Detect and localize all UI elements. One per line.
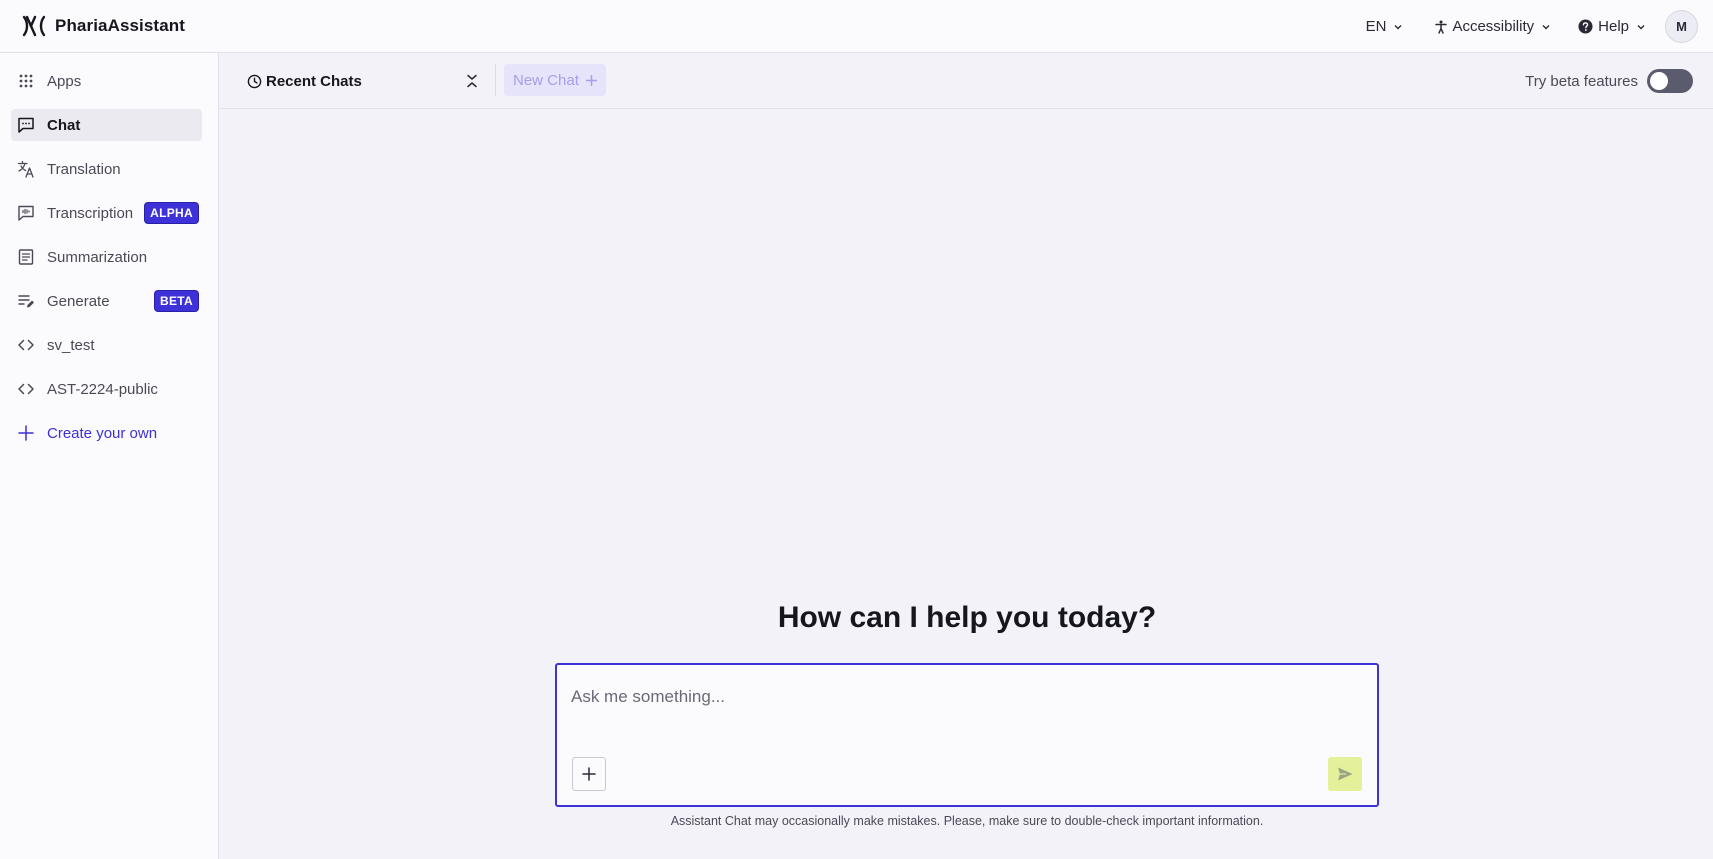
app-name: PhariaAssistant [55,16,185,35]
chevron-down-icon [1637,24,1645,29]
clock-icon [247,74,262,88]
new-chat-button[interactable]: New Chat [504,64,606,96]
help-label: Help [1598,18,1629,35]
accessibility-menu[interactable]: Accessibility [1434,18,1551,35]
beta-features-toggle[interactable] [1647,69,1693,93]
generate-icon [17,292,35,310]
language-selector[interactable]: EN [1366,18,1404,35]
chat-toolbar: Recent Chats New Chat Try beta features [219,53,1713,109]
brand[interactable]: PhariaAssistant [22,14,185,38]
sidebar-item-apps[interactable]: Apps [11,65,202,97]
toolbar-divider [495,64,496,96]
sidebar-item-label: Translation [47,160,121,178]
chevron-down-icon [1394,24,1402,29]
sidebar-item-label: Transcription [47,204,134,222]
document-icon [17,248,35,266]
chat-input[interactable] [571,683,1361,711]
sidebar-item-label: sv_test [47,336,95,354]
help-menu[interactable]: Help [1578,18,1646,35]
recent-chats-button[interactable]: Recent Chats [247,53,362,109]
sidebar-item-label: Chat [47,116,81,134]
page-title: How can I help you today? [777,601,1157,634]
sidebar-item-chat[interactable]: Chat [11,109,202,141]
plus-icon [585,74,597,86]
beta-features-label: Try beta features [1525,72,1638,90]
code-icon [17,336,35,354]
sidebar-item-generate[interactable]: Generate BETA [11,285,202,317]
sidebar-item-translation[interactable]: Translation [11,153,202,185]
new-chat-label: New Chat [513,71,579,89]
plus-icon [17,424,35,442]
sidebar-item-label: Summarization [47,248,148,266]
sidebar-item-label: Generate [47,292,110,310]
send-icon [1338,767,1353,781]
logo-icon [22,15,46,37]
sidebar-item-label: Create your own [47,424,158,442]
translate-icon [17,160,35,178]
sidebar-item-summarization[interactable]: Summarization [11,241,202,273]
help-icon [1578,19,1593,34]
expand-collapse-icon[interactable] [465,73,479,89]
alpha-badge: ALPHA [145,203,198,223]
beta-features: Try beta features [1525,53,1693,109]
sidebar-item-ast-2224-public[interactable]: AST-2224-public [11,373,202,405]
sidebar-item-sv-test[interactable]: sv_test [11,329,202,361]
recent-chats-label: Recent Chats [266,72,362,90]
chat-icon [17,116,35,134]
sidebar-item-create-your-own[interactable]: Create your own [11,417,202,449]
plus-icon [582,767,596,781]
disclaimer-text: Assistant Chat may occasionally make mis… [670,814,1264,828]
send-button[interactable] [1328,757,1362,791]
accessibility-icon [1435,20,1448,34]
grid-icon [17,72,35,90]
sidebar-item-label: Apps [47,72,82,90]
sidebar: Apps Chat Translation Transcription ALPH… [0,53,219,859]
avatar[interactable]: M [1665,10,1698,43]
beta-badge: BETA [155,291,198,311]
sidebar-item-label: AST-2224-public [47,380,158,398]
accessibility-label: Accessibility [1452,18,1535,35]
avatar-initial: M [1676,19,1687,34]
sidebar-item-transcription[interactable]: Transcription ALPHA [11,197,202,229]
chat-prompt-box [555,663,1379,807]
chevron-down-icon [1542,24,1550,29]
code-icon [17,380,35,398]
language-label: EN [1365,18,1387,35]
attach-button[interactable] [572,757,606,791]
transcription-icon [17,204,35,222]
top-bar: PhariaAssistant EN Accessibility Help M [0,0,1713,53]
toggle-knob [1650,72,1668,90]
